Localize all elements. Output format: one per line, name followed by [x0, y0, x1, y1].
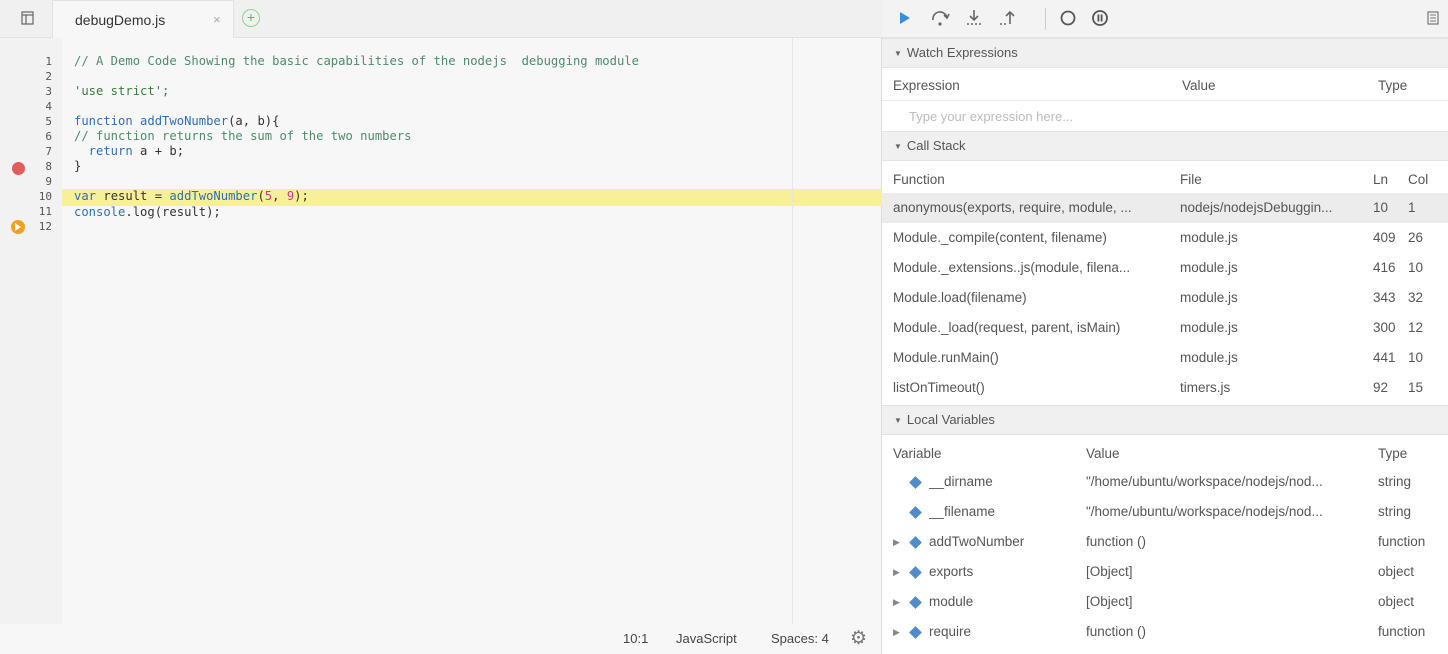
- file-tree-toggle-icon[interactable]: [20, 10, 36, 26]
- resume-icon[interactable]: [892, 6, 916, 30]
- call-stack-row[interactable]: listOnTimeout() timers.js 92 15: [882, 373, 1448, 403]
- line-gutter[interactable]: 1 2 3 4 5 6 7 8 9 10 11 12: [0, 38, 62, 624]
- line-number: 10: [38, 190, 52, 203]
- variable-diamond-icon: [909, 536, 922, 549]
- panel-toggle-icon[interactable]: [1427, 11, 1439, 25]
- expand-triangle-icon[interactable]: ▶: [893, 557, 900, 587]
- call-stack-row[interactable]: Module.load(filename) module.js 343 32: [882, 283, 1448, 313]
- locals-col-value: Value: [1086, 446, 1120, 461]
- watch-col-type: Type: [1378, 78, 1408, 93]
- expand-triangle-icon[interactable]: ▶: [893, 617, 900, 647]
- local-variables-header[interactable]: ▼ Local Variables: [882, 405, 1448, 435]
- code-line-1: // A Demo Code Showing the basic capabil…: [74, 54, 639, 68]
- watch-col-expression: Expression: [893, 78, 960, 93]
- code-line-5: function addTwoNumber(a, b){: [74, 114, 280, 128]
- variable-diamond-icon: [909, 626, 922, 639]
- debugger-toolbar: [882, 0, 1448, 38]
- pause-on-exceptions-icon[interactable]: [1088, 6, 1112, 30]
- deactivate-breakpoints-icon[interactable]: [1056, 6, 1080, 30]
- add-tab-icon[interactable]: +: [242, 9, 260, 27]
- line-number: 9: [45, 175, 52, 188]
- watch-expressions-header[interactable]: ▼ Watch Expressions: [882, 38, 1448, 68]
- variable-diamond-icon: [909, 596, 922, 609]
- code-line-10-current: var result = addTwoNumber(5, 9);: [62, 189, 882, 206]
- locals-col-type: Type: [1378, 446, 1408, 461]
- call-stack-row[interactable]: Module.runMain() module.js 441 10: [882, 343, 1448, 373]
- call-stack-row[interactable]: Module._extensions..js(module, filena...…: [882, 253, 1448, 283]
- step-over-icon[interactable]: [928, 6, 952, 30]
- variable-diamond-icon: [909, 476, 922, 489]
- tab-bar: debugDemo.js × +: [0, 0, 882, 38]
- local-variable-row[interactable]: ▶ exports [Object] object: [882, 557, 1448, 587]
- current-line-arrow-icon: [11, 220, 25, 234]
- code-line-8: }: [74, 159, 82, 173]
- call-stack-row[interactable]: anonymous(exports, require, module, ... …: [882, 193, 1448, 223]
- callstack-col-ln: Ln: [1373, 172, 1389, 187]
- code-line-6: // function returns the sum of the two n…: [74, 129, 412, 143]
- language-mode[interactable]: JavaScript: [676, 631, 737, 646]
- line-number: 5: [45, 115, 52, 128]
- step-out-icon[interactable]: [996, 6, 1020, 30]
- local-variable-row[interactable]: __dirname "/home/ubuntu/workspace/nodejs…: [882, 467, 1448, 497]
- print-margin: [792, 38, 793, 624]
- toolbar-separator: [1045, 8, 1046, 30]
- callstack-col-file: File: [1180, 172, 1202, 187]
- code-editor: debugDemo.js × + 1 2 3 4 5 6 7 8 9 10 11…: [0, 0, 882, 654]
- code-line-3: 'use strict';: [74, 84, 170, 98]
- local-variable-row[interactable]: __filename "/home/ubuntu/workspace/nodej…: [882, 497, 1448, 527]
- tab-title: debugDemo.js: [75, 12, 166, 28]
- call-stack-row[interactable]: Module._load(request, parent, isMain) mo…: [882, 313, 1448, 343]
- expand-triangle-icon[interactable]: ▶: [893, 587, 900, 617]
- gear-icon[interactable]: ⚙: [850, 627, 867, 650]
- line-number: 12: [38, 220, 52, 233]
- variable-diamond-icon: [909, 566, 922, 579]
- collapse-triangle-icon: ▼: [894, 49, 902, 58]
- line-number: 2: [45, 70, 52, 83]
- line-number: 11: [38, 205, 52, 218]
- line-number: 4: [45, 100, 52, 113]
- collapse-triangle-icon: ▼: [894, 416, 902, 425]
- local-variable-row[interactable]: ▶ require function () function: [882, 617, 1448, 647]
- watch-expression-input[interactable]: [882, 101, 1448, 131]
- line-number: 8: [45, 160, 52, 173]
- line-number: 3: [45, 85, 52, 98]
- cursor-position[interactable]: 10:1: [623, 631, 648, 646]
- line-number: 7: [45, 145, 52, 158]
- collapse-triangle-icon: ▼: [894, 142, 902, 151]
- code-line-11: console.log(result);: [74, 205, 221, 219]
- callstack-col-col: Col: [1408, 172, 1429, 187]
- watch-col-value: Value: [1182, 78, 1216, 93]
- local-variable-row[interactable]: ▶ module [Object] object: [882, 587, 1448, 617]
- call-stack-header[interactable]: ▼ Call Stack: [882, 131, 1448, 161]
- local-variable-row[interactable]: ▶ addTwoNumber function () function: [882, 527, 1448, 557]
- tab-debugdemo[interactable]: debugDemo.js ×: [52, 0, 234, 38]
- variable-diamond-icon: [909, 506, 922, 519]
- code-area[interactable]: // A Demo Code Showing the basic capabil…: [62, 38, 882, 624]
- close-icon[interactable]: ×: [213, 12, 221, 27]
- callstack-col-function: Function: [893, 172, 945, 187]
- locals-col-variable: Variable: [893, 446, 942, 461]
- breakpoint-icon[interactable]: [12, 162, 25, 175]
- line-number: 6: [45, 130, 52, 143]
- call-stack-row[interactable]: Module._compile(content, filename) modul…: [882, 223, 1448, 253]
- status-bar: 10:1 JavaScript Spaces: 4 ⚙: [600, 624, 882, 654]
- debugger-panel: ▼ Watch Expressions Expression Value Type…: [882, 0, 1448, 654]
- indent-setting[interactable]: Spaces: 4: [771, 631, 829, 646]
- step-into-icon[interactable]: [962, 6, 986, 30]
- code-line-7: return a + b;: [74, 144, 185, 158]
- expand-triangle-icon[interactable]: ▶: [893, 527, 900, 557]
- line-number: 1: [45, 55, 52, 68]
